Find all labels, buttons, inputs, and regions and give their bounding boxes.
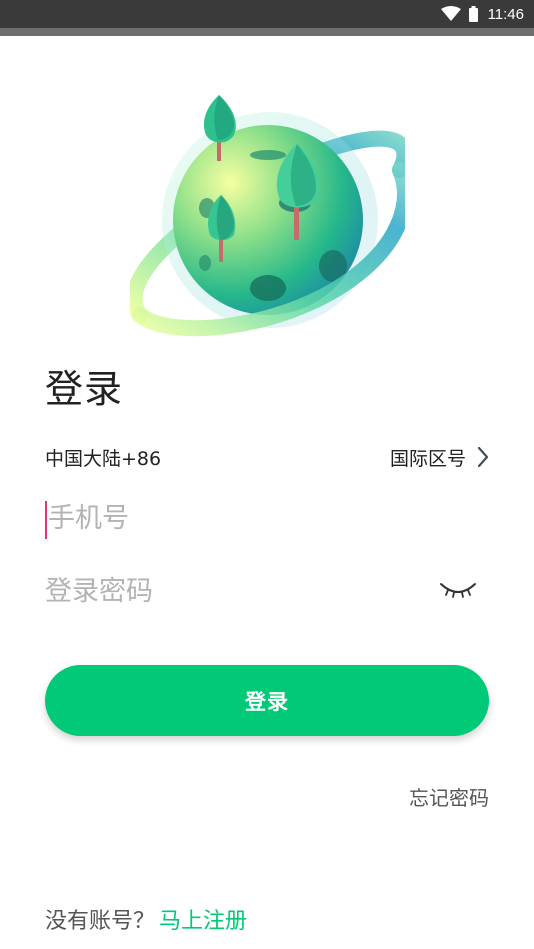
phone-input[interactable] (45, 502, 428, 534)
page-title: 登录 (45, 367, 124, 411)
login-button-label: 登录 (245, 690, 289, 714)
country-row: 中国大陆+86 国际区号 (45, 440, 490, 474)
intl-code-link[interactable]: 国际区号 (390, 444, 490, 471)
chevron-right-icon (476, 446, 490, 468)
forgot-password-link[interactable]: 忘记密码 (409, 782, 489, 811)
password-input[interactable] (45, 575, 425, 607)
register-row: 没有账号？ 马上注册 (45, 903, 247, 935)
phone-field (45, 493, 490, 543)
no-account-label: 没有账号？ (45, 909, 156, 934)
wifi-icon (440, 6, 461, 22)
text-caret (45, 501, 47, 539)
battery-icon (468, 6, 478, 22)
intl-code-label: 国际区号 (389, 447, 466, 470)
planet-illustration (126, 90, 413, 345)
country-code-label: 中国大陆+86 (45, 447, 162, 470)
status-time: 11:46 (487, 5, 524, 23)
header-strip (0, 28, 534, 36)
login-button[interactable]: 登录 (45, 665, 489, 736)
register-link[interactable]: 马上注册 (159, 903, 247, 935)
login-screen: 11:46 登录 中国大陆+86 国际区号 手机号 登录 忘记密码 没有账号？ … (0, 0, 534, 949)
password-field (45, 566, 490, 616)
status-bar: 11:46 (0, 0, 534, 28)
eye-closed-icon[interactable] (438, 578, 478, 602)
